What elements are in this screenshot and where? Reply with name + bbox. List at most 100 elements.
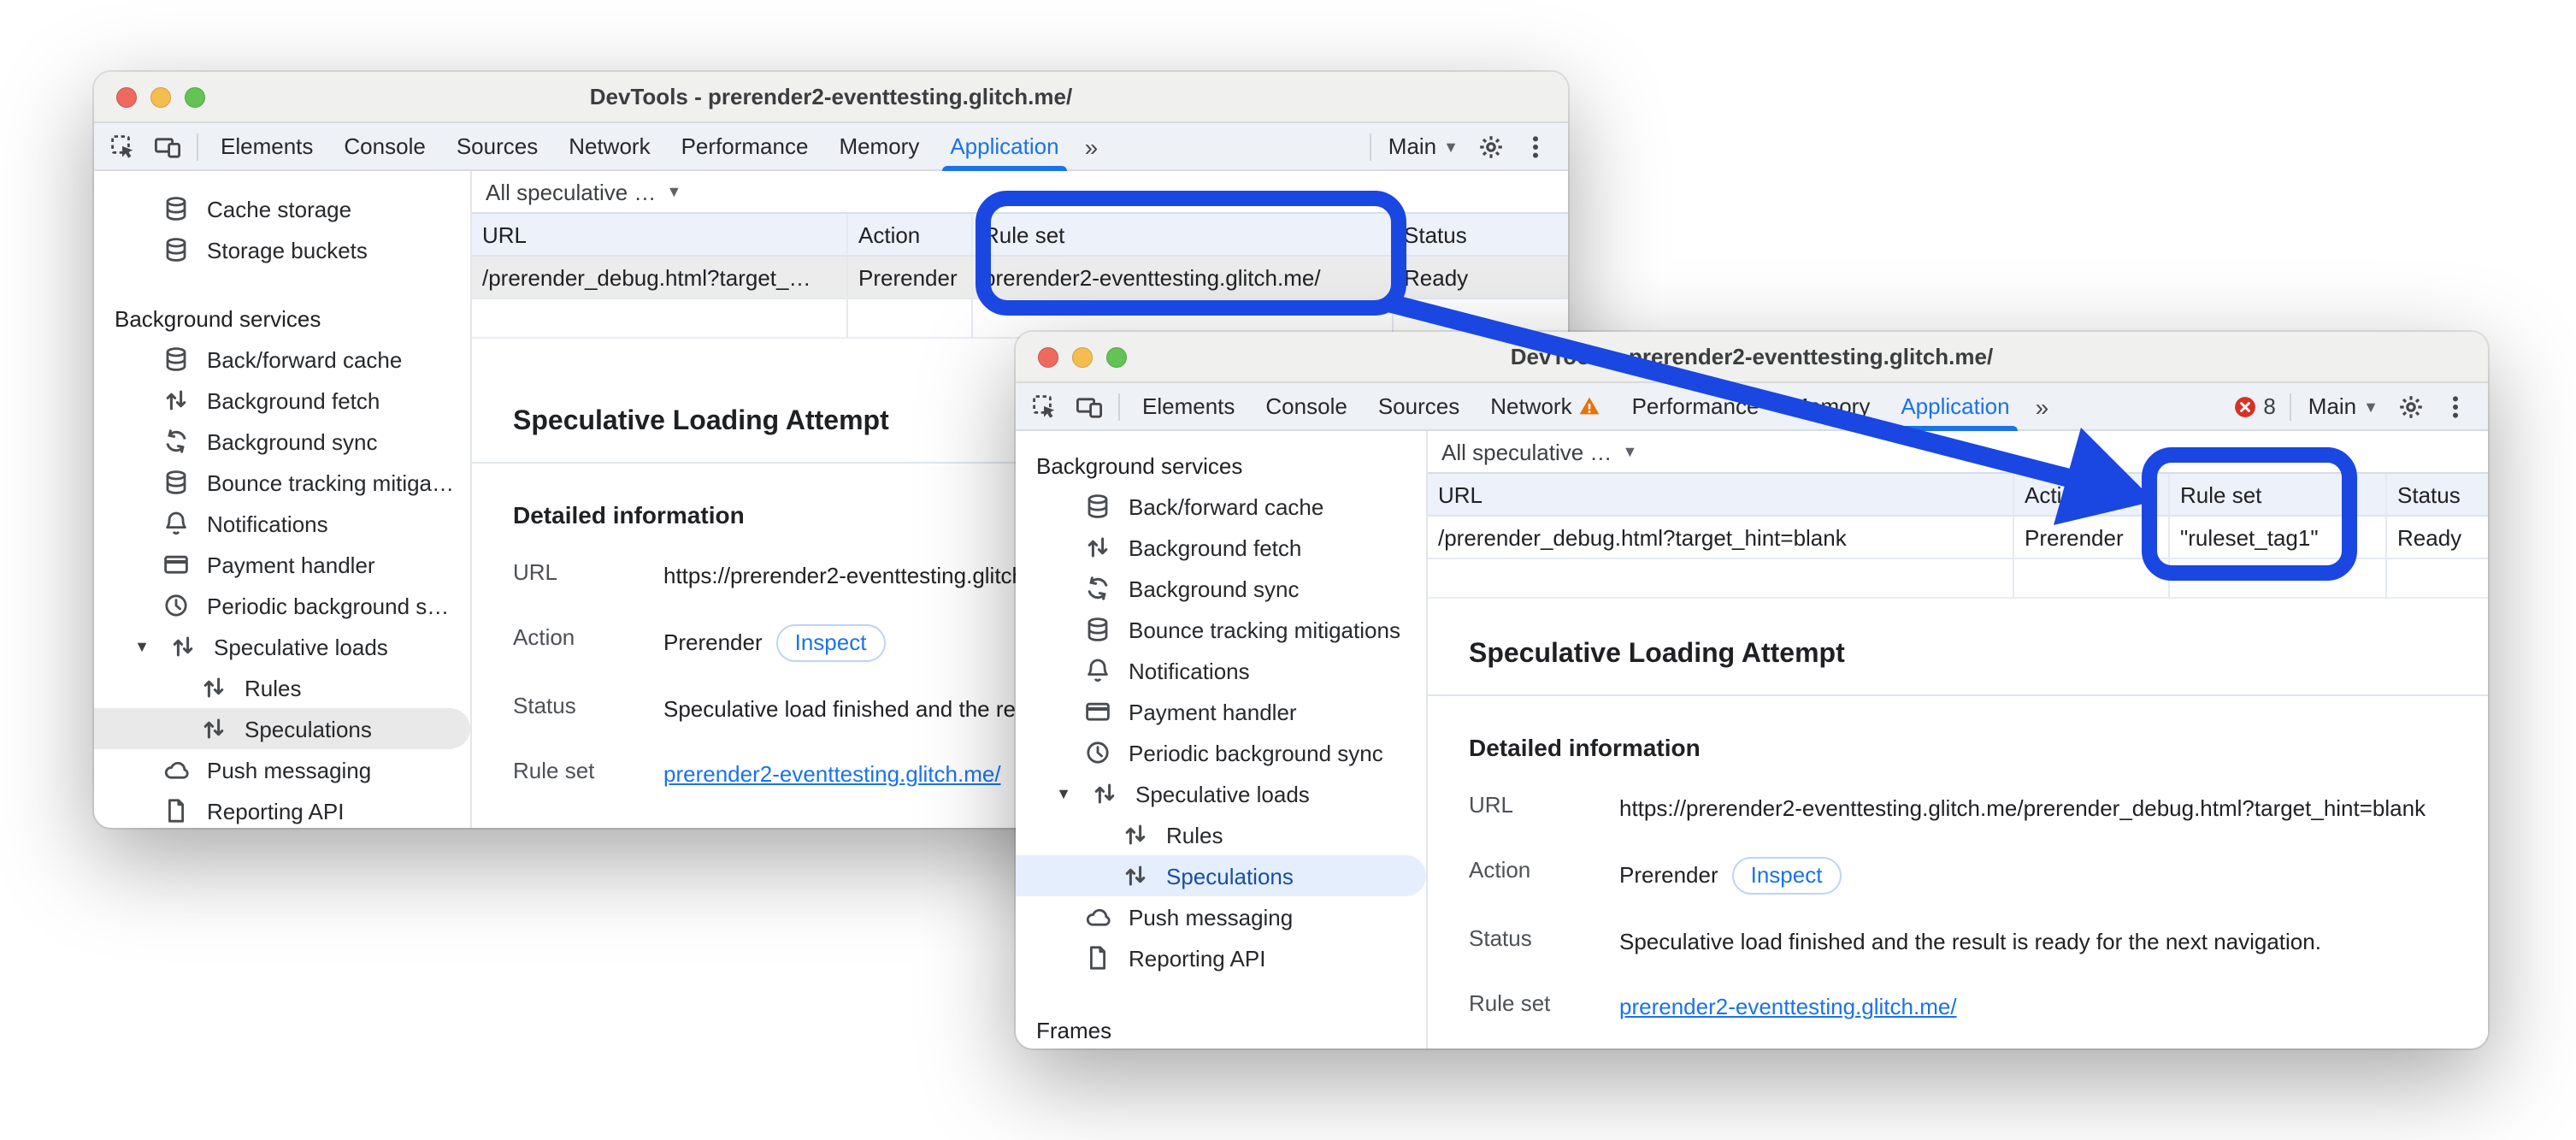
up-down-arrows-icon bbox=[162, 387, 190, 414]
sidebar-item-rules[interactable]: Rules bbox=[94, 667, 470, 708]
kebab-menu-icon[interactable] bbox=[1513, 124, 1558, 168]
sidebar-item-label: Rules bbox=[1166, 822, 1223, 848]
sidebar-item-background-fetch[interactable]: Background fetch bbox=[1016, 527, 1426, 568]
sidebar-item-reporting-api[interactable]: Reporting API bbox=[1016, 937, 1426, 978]
sidebar-item-push-messaging[interactable]: Push messaging bbox=[94, 749, 470, 790]
filter-label: All speculative … bbox=[486, 179, 656, 204]
sidebar-item-notifications[interactable]: Notifications bbox=[1016, 650, 1426, 691]
sidebar-section-frames: Frames bbox=[1016, 1009, 1426, 1048]
close-button[interactable] bbox=[116, 86, 137, 107]
sidebar-item-background-sync[interactable]: Background sync bbox=[1016, 568, 1426, 609]
sidebar-item-label: Background fetch bbox=[1129, 535, 1301, 560]
sidebar-item-notifications[interactable]: Notifications bbox=[94, 503, 470, 544]
sidebar-item-speculative-loads[interactable]: ▼ Speculative loads bbox=[94, 626, 470, 667]
sidebar-item-push-messaging[interactable]: Push messaging bbox=[1016, 896, 1426, 937]
device-toolbar-icon[interactable] bbox=[1067, 384, 1111, 428]
database-icon bbox=[162, 195, 190, 222]
tab-memory[interactable]: Memory bbox=[1774, 384, 1885, 428]
table-row[interactable]: /prerender_debug.html?target_… Prerender… bbox=[472, 257, 1568, 299]
maximize-button[interactable] bbox=[185, 86, 205, 107]
sidebar-item-cache-storage[interactable]: Cache storage bbox=[94, 188, 470, 229]
sidebar-item-background-sync[interactable]: Background sync bbox=[94, 421, 470, 462]
sidebar-item-speculations[interactable]: Speculations bbox=[1016, 855, 1426, 896]
close-button[interactable] bbox=[1038, 346, 1058, 367]
sidebar-item-periodic-background-sync[interactable]: Periodic background sync bbox=[1016, 732, 1426, 773]
sidebar-item-label: Reporting API bbox=[207, 798, 344, 824]
sidebar-item-label: Periodic background s… bbox=[207, 593, 449, 618]
window-titlebar[interactable]: DevTools - prerender2-eventtesting.glitc… bbox=[94, 72, 1568, 123]
minimize-button[interactable] bbox=[1072, 346, 1093, 367]
column-header-status[interactable]: Status bbox=[1394, 214, 1568, 255]
inspect-button[interactable]: Inspect bbox=[1732, 857, 1842, 895]
minimize-button[interactable] bbox=[150, 86, 171, 107]
tab-performance[interactable]: Performance bbox=[666, 124, 824, 168]
table-row[interactable]: /prerender_debug.html?target_hint=blank … bbox=[1428, 517, 2488, 559]
inspect-button[interactable]: Inspect bbox=[776, 624, 886, 662]
tab-network[interactable]: Network bbox=[1475, 384, 1616, 428]
maximize-button[interactable] bbox=[1106, 346, 1127, 367]
tab-sources[interactable]: Sources bbox=[1363, 384, 1475, 428]
sidebar-item-storage-buckets[interactable]: Storage buckets bbox=[94, 229, 470, 270]
sidebar-item-payment-handler[interactable]: Payment handler bbox=[94, 544, 470, 585]
column-header-action[interactable]: Action bbox=[848, 214, 973, 255]
device-toolbar-icon[interactable] bbox=[145, 124, 190, 168]
console-errors-badge[interactable]: 8 bbox=[2225, 393, 2282, 419]
sidebar-item-rules[interactable]: Rules bbox=[1016, 814, 1426, 855]
more-tabs-button[interactable]: » bbox=[1075, 124, 1109, 168]
tab-performance[interactable]: Performance bbox=[1617, 384, 1775, 428]
settings-gear-icon[interactable] bbox=[1469, 124, 1513, 168]
detail-label: Action bbox=[1469, 857, 1619, 883]
sidebar-item-bounce-tracking[interactable]: Bounce tracking mitigations bbox=[1016, 609, 1426, 650]
cell-url: /prerender_debug.html?target_hint=blank bbox=[1428, 517, 2014, 558]
settings-gear-icon[interactable] bbox=[2389, 384, 2433, 428]
sidebar-item-speculations[interactable]: Speculations bbox=[94, 708, 470, 749]
speculations-filter-dropdown[interactable]: All speculative … ▼ bbox=[1428, 431, 2488, 472]
tab-application[interactable]: Application bbox=[1885, 384, 2025, 428]
tab-console[interactable]: Console bbox=[1250, 384, 1362, 428]
sidebar-item-bounce-tracking[interactable]: Bounce tracking mitiga… bbox=[94, 462, 470, 503]
column-header-ruleset[interactable]: Rule set bbox=[973, 214, 1394, 255]
chevron-down-icon: ▼ bbox=[666, 183, 681, 200]
tab-memory[interactable]: Memory bbox=[823, 124, 934, 168]
sidebar-item-periodic-background-sync[interactable]: Periodic background s… bbox=[94, 585, 470, 626]
tab-elements[interactable]: Elements bbox=[1127, 384, 1250, 428]
inspect-element-icon[interactable] bbox=[101, 124, 145, 168]
column-header-ruleset[interactable]: Rule set bbox=[2170, 474, 2387, 515]
context-selector[interactable]: Main ▼ bbox=[2298, 393, 2389, 419]
filter-label: All speculative … bbox=[1441, 439, 1612, 464]
sidebar-item-payment-handler[interactable]: Payment handler bbox=[1016, 691, 1426, 732]
ruleset-link[interactable]: prerender2-eventtesting.glitch.me/ bbox=[663, 761, 1001, 787]
ruleset-link[interactable]: prerender2-eventtesting.glitch.me/ bbox=[1619, 994, 1957, 1019]
expander-caret-icon[interactable]: ▼ bbox=[132, 638, 152, 655]
sidebar-item-speculative-loads[interactable]: ▼ Speculative loads bbox=[1016, 773, 1426, 814]
expander-caret-icon[interactable]: ▼ bbox=[1053, 785, 1074, 802]
cloud-icon bbox=[1084, 903, 1111, 930]
error-circle-icon bbox=[2232, 394, 2256, 418]
column-header-url[interactable]: URL bbox=[1428, 474, 2014, 515]
tab-elements[interactable]: Elements bbox=[205, 124, 328, 168]
sidebar-item-back-forward-cache[interactable]: Back/forward cache bbox=[1016, 486, 1426, 527]
tab-console[interactable]: Console bbox=[328, 124, 440, 168]
screenshot-stage: DevTools - prerender2-eventtesting.glitc… bbox=[0, 0, 2576, 1140]
up-down-arrows-icon bbox=[200, 715, 227, 742]
context-selector[interactable]: Main ▼ bbox=[1378, 133, 1469, 159]
more-tabs-button[interactable]: » bbox=[2025, 384, 2060, 428]
tab-sources[interactable]: Sources bbox=[441, 124, 553, 168]
sidebar-item-reporting-api[interactable]: Reporting API bbox=[94, 790, 470, 828]
sidebar-item-label: Rules bbox=[245, 675, 302, 700]
column-header-status[interactable]: Status bbox=[2387, 474, 2488, 515]
tab-network[interactable]: Network bbox=[553, 124, 665, 168]
sidebar-item-back-forward-cache[interactable]: Back/forward cache bbox=[94, 339, 470, 380]
tab-application[interactable]: Application bbox=[934, 124, 1074, 168]
inspect-element-icon[interactable] bbox=[1023, 384, 1067, 428]
column-header-url[interactable]: URL bbox=[472, 214, 848, 255]
speculations-filter-dropdown[interactable]: All speculative … ▼ bbox=[472, 171, 1568, 212]
sync-icon bbox=[162, 428, 190, 455]
cell-status: Ready bbox=[2387, 517, 2488, 558]
kebab-menu-icon[interactable] bbox=[2433, 384, 2478, 428]
column-header-action[interactable]: Action bbox=[2014, 474, 2170, 515]
cell-url: /prerender_debug.html?target_… bbox=[472, 257, 848, 298]
window-titlebar[interactable]: DevTools - prerender2-eventtesting.glitc… bbox=[1016, 332, 2488, 383]
sidebar-item-background-fetch[interactable]: Background fetch bbox=[94, 380, 470, 421]
sync-icon bbox=[1084, 575, 1111, 602]
